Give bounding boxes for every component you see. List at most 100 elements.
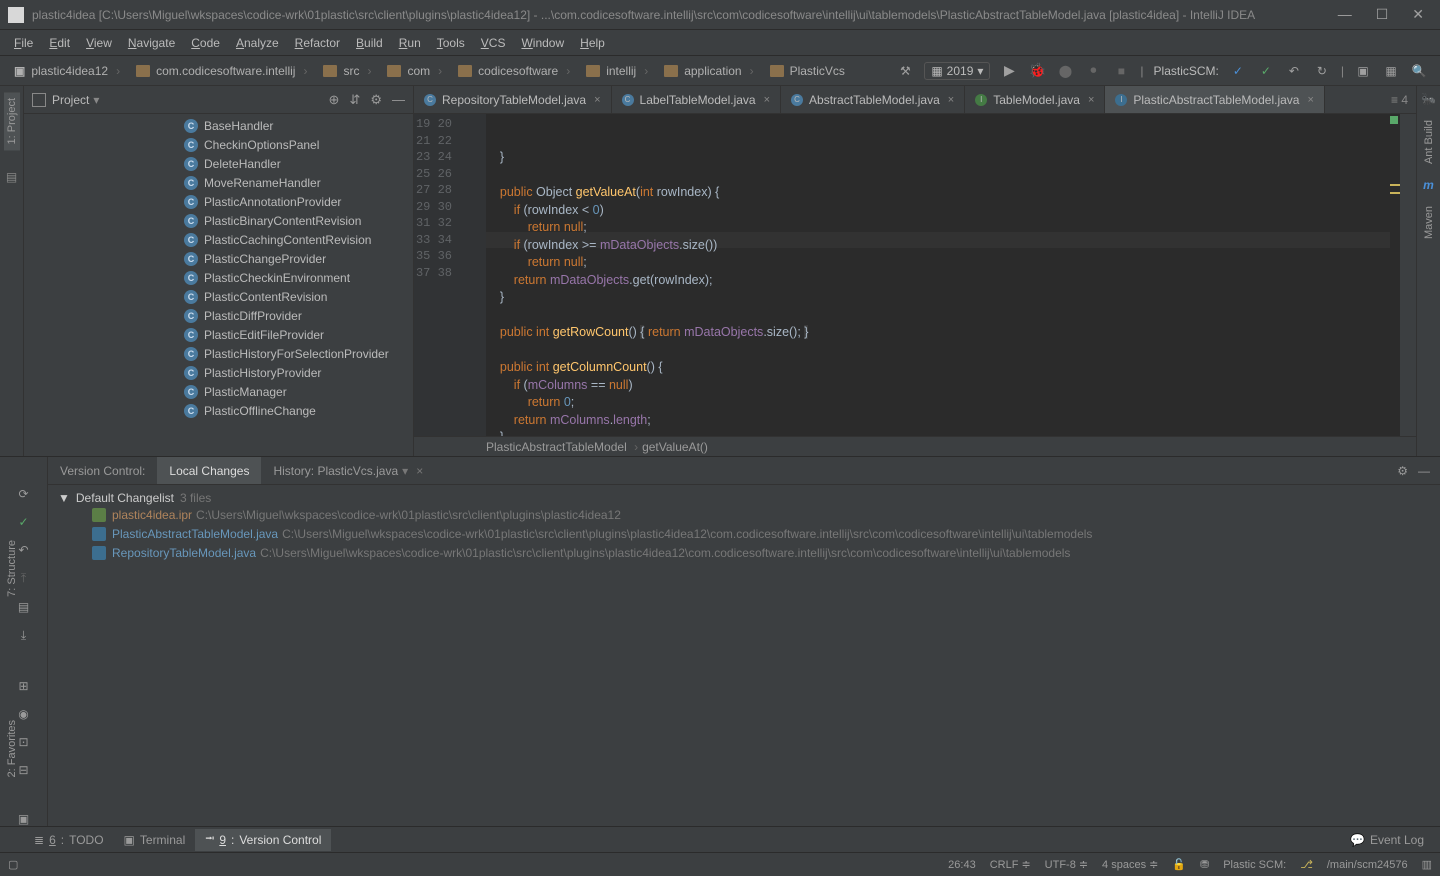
close-icon[interactable]: ×: [594, 94, 600, 106]
settings-icon[interactable]: ⚙: [370, 92, 382, 108]
close-button[interactable]: ✕: [1412, 6, 1424, 23]
tree-class-item[interactable]: CPlasticOfflineChange: [184, 401, 413, 420]
run-icon[interactable]: ▶: [1000, 62, 1018, 79]
tab-overflow[interactable]: ≡ 4: [1391, 93, 1408, 107]
tree-class-item[interactable]: CDeleteHandler: [184, 154, 413, 173]
extras-icon[interactable]: ▣: [18, 812, 29, 826]
breadcrumb-item[interactable]: com.codicesoftware.intellij: [128, 60, 315, 82]
warning-mark[interactable]: [1390, 184, 1400, 186]
scm-revert-icon[interactable]: ↻: [1313, 64, 1331, 78]
changelist-icon[interactable]: ▤: [18, 600, 29, 614]
collapse-icon[interactable]: ⇵: [349, 92, 360, 108]
tree-class-item[interactable]: CPlasticCheckinEnvironment: [184, 268, 413, 287]
scm-history-icon[interactable]: ↶: [1285, 64, 1303, 78]
close-icon[interactable]: ×: [416, 464, 423, 478]
tree-class-item[interactable]: CPlasticBinaryContentRevision: [184, 211, 413, 230]
tree-class-item[interactable]: CPlasticAnnotationProvider: [184, 192, 413, 211]
tree-class-item[interactable]: CPlasticDiffProvider: [184, 306, 413, 325]
error-stripe[interactable]: [1390, 114, 1400, 436]
breadcrumb-item[interactable]: PlasticVcs: [762, 60, 861, 82]
bookmarks-icon[interactable]: ▤: [6, 170, 17, 184]
menu-vcs[interactable]: VCS: [473, 36, 514, 50]
tree-class-item[interactable]: CPlasticContentRevision: [184, 287, 413, 306]
hide-icon[interactable]: —: [392, 92, 405, 107]
tree-class-item[interactable]: CPlasticCachingContentRevision: [184, 230, 413, 249]
warning-mark[interactable]: [1390, 192, 1400, 194]
tree-class-item[interactable]: CPlasticEditFileProvider: [184, 325, 413, 344]
commit-icon[interactable]: ✓: [18, 515, 28, 529]
dropdown-icon[interactable]: ▾: [93, 93, 99, 107]
menu-view[interactable]: View: [78, 36, 120, 50]
breadcrumb-item[interactable]: application: [656, 60, 761, 82]
locate-icon[interactable]: ⊕: [329, 92, 340, 108]
bottom-tool-todo[interactable]: ≣6: TODO: [24, 829, 114, 851]
menu-file[interactable]: File: [6, 36, 41, 50]
menu-code[interactable]: Code: [183, 36, 228, 50]
tree-class-item[interactable]: CBaseHandler: [184, 116, 413, 135]
tree-class-item[interactable]: CPlasticHistoryForSelectionProvider: [184, 344, 413, 363]
tree-class-item[interactable]: CCheckinOptionsPanel: [184, 135, 413, 154]
group-icon[interactable]: ⊞: [18, 679, 28, 693]
shelve-icon[interactable]: ⤓: [21, 628, 26, 643]
changed-file-row[interactable]: RepositoryTableModel.javaC:\Users\Miguel…: [58, 543, 1430, 562]
branch-name[interactable]: /main/scm24576: [1327, 859, 1408, 871]
debug-icon[interactable]: 🐞: [1028, 62, 1046, 79]
changed-file-row[interactable]: plastic4idea.iprC:\Users\Miguel\wkspaces…: [58, 505, 1430, 524]
tree-class-item[interactable]: CMoveRenameHandler: [184, 173, 413, 192]
vc-hide-icon[interactable]: —: [1418, 464, 1430, 478]
dropdown-icon[interactable]: ▾: [402, 464, 408, 478]
menu-run[interactable]: Run: [391, 36, 429, 50]
breadcrumb-class[interactable]: PlasticAbstractTableModel: [486, 440, 642, 454]
project-tree[interactable]: CBaseHandlerCCheckinOptionsPanelCDeleteH…: [24, 114, 413, 456]
project-structure-icon[interactable]: ▦: [1382, 64, 1400, 78]
scm-update-icon[interactable]: ✓: [1229, 64, 1247, 78]
close-icon[interactable]: ×: [948, 94, 954, 106]
breadcrumb-item[interactable]: codicesoftware: [450, 60, 578, 82]
tree-class-item[interactable]: CPlasticHistoryProvider: [184, 363, 413, 382]
editor-tab[interactable]: CRepositoryTableModel.java×: [414, 86, 612, 113]
ide-scripting-icon[interactable]: ▣: [1354, 64, 1372, 78]
breadcrumb-item[interactable]: intellij: [578, 60, 656, 82]
changelist-header[interactable]: ▼ Default Changelist 3 files: [58, 491, 1430, 505]
menu-window[interactable]: Window: [513, 36, 572, 50]
breadcrumb-item[interactable]: ▣plastic4idea12: [6, 60, 128, 82]
breadcrumb-item[interactable]: src: [315, 60, 379, 82]
menu-build[interactable]: Build: [348, 36, 391, 50]
editor-tab[interactable]: ITableModel.java×: [965, 86, 1105, 113]
bottom-tool-version-control[interactable]: ⭲9: Version Control: [195, 829, 331, 851]
favorites-tool-tab[interactable]: 2: Favorites: [6, 720, 18, 777]
menu-help[interactable]: Help: [572, 36, 613, 50]
preview-icon[interactable]: ◉: [18, 707, 28, 721]
cursor-position[interactable]: 26:43: [948, 859, 976, 871]
menu-refactor[interactable]: Refactor: [287, 36, 348, 50]
breadcrumb-item[interactable]: com: [379, 60, 450, 82]
editor-breadcrumb[interactable]: PlasticAbstractTableModel getValueAt(): [414, 436, 1416, 456]
fold-gutter[interactable]: [470, 114, 486, 436]
project-pane-title[interactable]: Project: [52, 93, 89, 107]
vc-settings-icon[interactable]: ⚙: [1397, 464, 1408, 478]
menu-analyze[interactable]: Analyze: [228, 36, 287, 50]
bottom-tool-terminal[interactable]: ▣Terminal: [114, 829, 196, 851]
vc-tab-local-changes[interactable]: Local Changes: [157, 457, 261, 484]
ant-build-tool-tab[interactable]: Ant Build: [1423, 120, 1435, 164]
build-icon[interactable]: ⚒: [896, 64, 914, 78]
editor-tab[interactable]: CAbstractTableModel.java×: [781, 86, 965, 113]
coverage-icon[interactable]: ⬤: [1056, 64, 1074, 78]
maven-icon[interactable]: m: [1423, 178, 1434, 192]
search-everywhere-icon[interactable]: 🔍: [1410, 64, 1428, 78]
editor-tab[interactable]: CLabelTableModel.java×: [612, 86, 782, 113]
close-icon[interactable]: ×: [1307, 94, 1313, 106]
ant-icon[interactable]: 🐜: [1421, 92, 1436, 106]
event-log-button[interactable]: 💬Event Log: [1340, 829, 1434, 851]
minimize-button[interactable]: —: [1338, 6, 1352, 23]
expand-arrow-icon[interactable]: ▼: [58, 491, 70, 505]
editor-scrollbar[interactable]: [1400, 114, 1416, 436]
changed-file-row[interactable]: PlasticAbstractTableModel.javaC:\Users\M…: [58, 524, 1430, 543]
maximize-button[interactable]: ☐: [1376, 6, 1389, 23]
menu-edit[interactable]: Edit: [41, 36, 78, 50]
menu-navigate[interactable]: Navigate: [120, 36, 183, 50]
project-tool-tab[interactable]: 1: Project: [4, 92, 20, 150]
profile-icon[interactable]: ⏺: [1084, 63, 1102, 78]
run-config-selector[interactable]: ▦ 2019 ▾: [924, 62, 990, 80]
editor-tab[interactable]: IPlasticAbstractTableModel.java×: [1105, 86, 1325, 113]
